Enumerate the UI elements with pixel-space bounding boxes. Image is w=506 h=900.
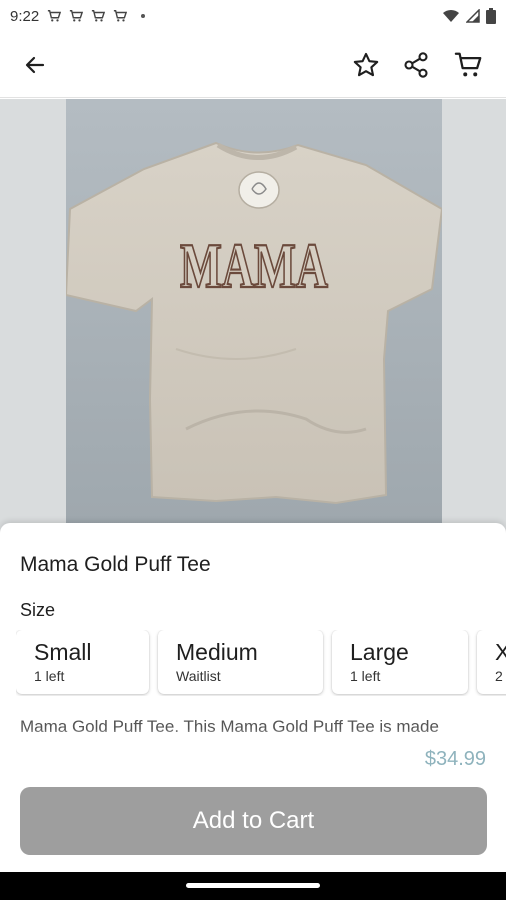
system-nav-bar <box>0 872 506 900</box>
cart-icon <box>70 10 84 22</box>
battery-icon <box>486 8 496 24</box>
back-button[interactable] <box>19 49 51 81</box>
size-name: Large <box>350 639 409 665</box>
signal-icon <box>466 9 480 23</box>
size-option-x[interactable]: X 2 <box>477 630 506 694</box>
size-stock: 1 left <box>350 668 381 684</box>
size-option-medium[interactable]: Medium Waitlist <box>158 630 323 694</box>
arrow-left-icon <box>25 56 45 74</box>
share-icon <box>404 52 428 78</box>
size-stock: 2 <box>495 668 503 684</box>
size-stock: Waitlist <box>176 668 221 684</box>
status-bar: 9:22 <box>0 0 506 32</box>
size-option-large[interactable]: Large 1 left <box>332 630 468 694</box>
product-image-area[interactable]: MAMA <box>0 99 506 539</box>
wifi-icon <box>443 9 459 22</box>
home-gesture-handle[interactable] <box>186 883 320 888</box>
cart-button[interactable] <box>453 49 485 81</box>
add-to-cart-button[interactable]: Add to Cart <box>20 787 487 855</box>
size-options[interactable]: Small 1 left Medium Waitlist Large 1 lef… <box>16 630 506 696</box>
cart-icon <box>92 10 106 22</box>
description-fade <box>0 729 506 741</box>
size-name: Small <box>34 639 92 665</box>
status-right-icons <box>442 8 496 24</box>
favorite-button[interactable] <box>350 49 382 81</box>
app-bar <box>0 32 506 98</box>
status-time: 9:22 <box>10 7 40 25</box>
cart-icon <box>48 10 62 22</box>
notification-dot-icon <box>141 14 146 18</box>
size-option-small[interactable]: Small 1 left <box>16 630 149 694</box>
size-stock: 1 left <box>34 668 65 684</box>
share-button[interactable] <box>400 49 432 81</box>
size-name: X <box>495 639 506 665</box>
product-price: $34.99 <box>424 748 486 770</box>
cart-icon <box>114 10 128 22</box>
size-label: Size <box>20 600 56 620</box>
tee-print-text: MAMA <box>180 230 328 301</box>
size-name: Medium <box>176 639 258 665</box>
product-title: Mama Gold Puff Tee <box>20 553 211 576</box>
star-icon <box>353 52 379 77</box>
t-shirt-image: MAMA <box>64 99 444 539</box>
cart-icon <box>454 52 482 77</box>
product-details-sheet: Mama Gold Puff Tee Size Small 1 left Med… <box>0 523 506 872</box>
product-photo: MAMA <box>64 99 444 539</box>
